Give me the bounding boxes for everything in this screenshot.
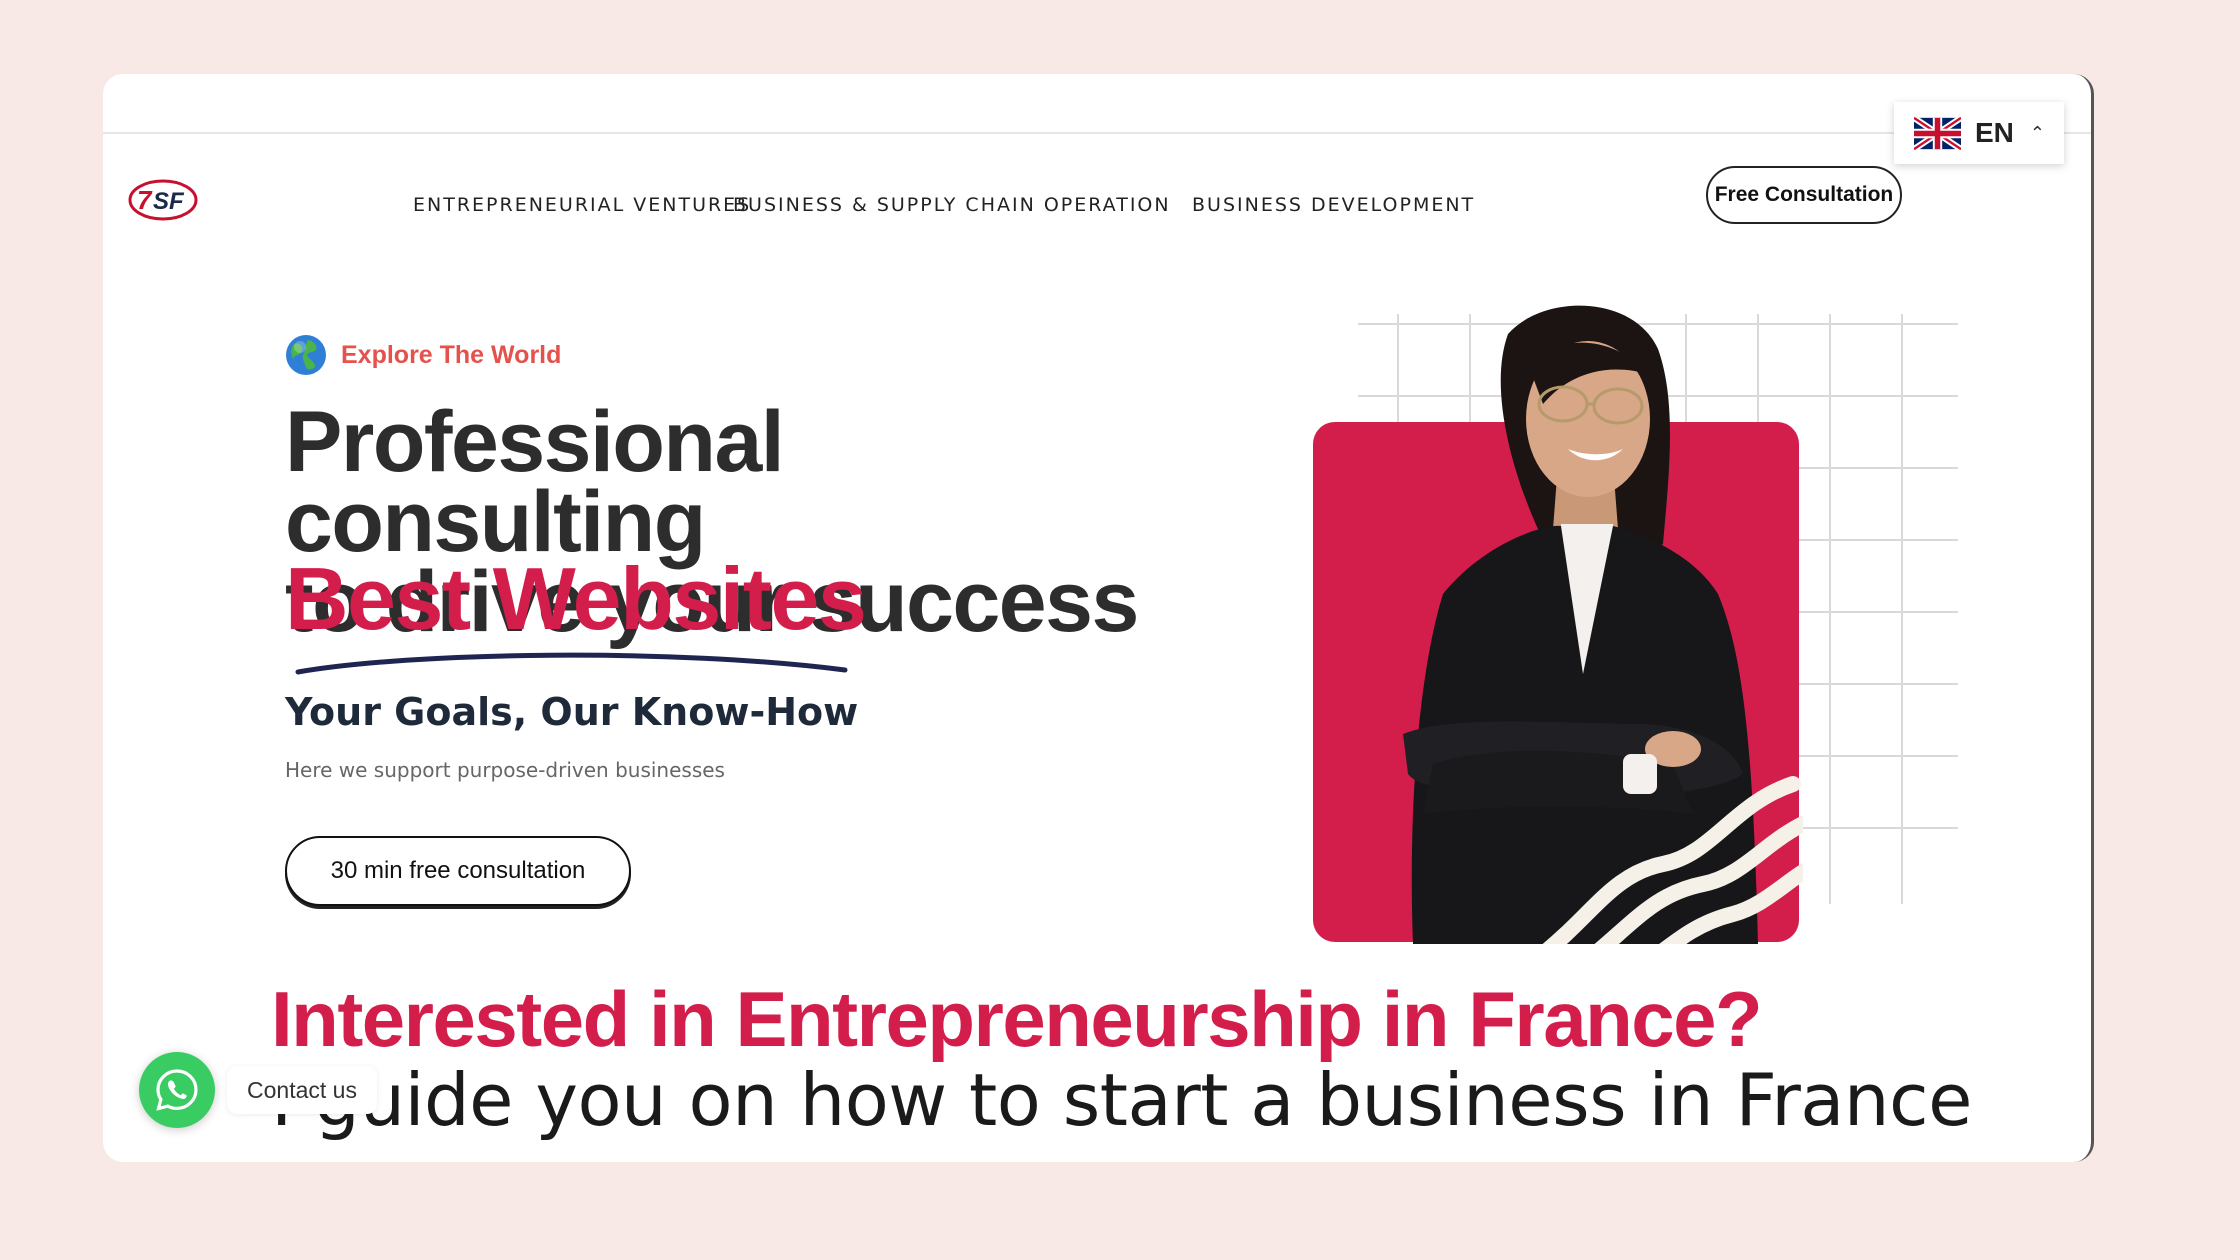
nav-business-development[interactable]: BUSINESS DEVELOPMENT	[1192, 194, 1473, 216]
free-consultation-button[interactable]: Free Consultation	[1706, 166, 1902, 224]
uk-flag-icon	[1914, 115, 1961, 151]
wave-decoration	[1542, 776, 1803, 944]
free-consultation-cta-button[interactable]: 30 min free consultation	[285, 836, 631, 906]
browser-page: EN ⌃ 7 SF ENTREPRENEURIAL VENTURES BUSIN…	[103, 74, 2094, 1162]
svg-text:SF: SF	[153, 188, 185, 215]
section-subheading: I guide you on how to start a business i…	[271, 1058, 1972, 1142]
eyebrow-text: Explore The World	[341, 340, 562, 369]
language-selector[interactable]: EN ⌃	[1894, 102, 2064, 164]
hero-description: Here we support purpose-driven businesse…	[285, 758, 725, 782]
svg-text:7: 7	[137, 185, 153, 215]
site-logo[interactable]: 7 SF	[127, 176, 199, 224]
language-code: EN	[1975, 117, 2014, 148]
chevron-up-icon: ⌃	[2029, 122, 2045, 143]
main-nav: ENTREPRENEURIAL VENTURES BUSINESS & SUPP…	[413, 194, 1473, 216]
accent-underline	[295, 652, 848, 675]
contact-us-label[interactable]: Contact us	[227, 1066, 377, 1114]
nav-business-supply-chain[interactable]: BUSINESS & SUPPLY CHAIN OPERATION	[733, 194, 1169, 216]
section-heading: Interested in Entrepreneurship in France…	[271, 975, 1763, 1063]
whatsapp-icon	[156, 1069, 198, 1111]
whatsapp-chat-button[interactable]	[139, 1052, 215, 1128]
hero-title-accent: Best Websites	[285, 549, 867, 648]
hero-subtitle: Your Goals, Our Know-How	[285, 690, 859, 734]
nav-entrepreneurial-ventures[interactable]: ENTREPRENEURIAL VENTURES	[413, 194, 749, 216]
eyebrow: Explore The World	[285, 334, 561, 376]
top-divider	[103, 132, 2091, 134]
globe-icon	[286, 335, 326, 375]
hero-title-line1: Professional consulting	[285, 394, 785, 570]
